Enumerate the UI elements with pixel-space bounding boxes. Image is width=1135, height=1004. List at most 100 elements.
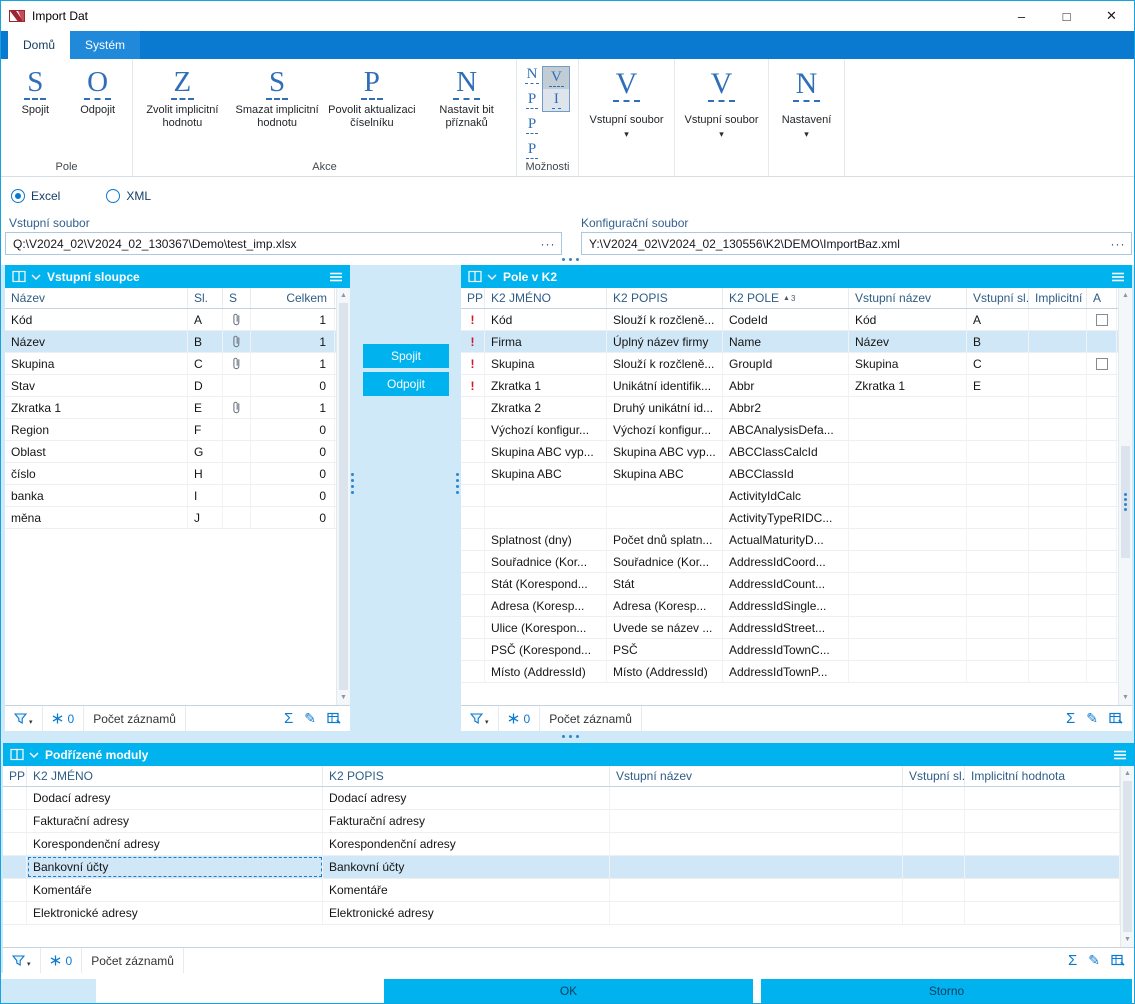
submodule-row[interactable]: Elektronické adresyElektronické adresy [3, 902, 1134, 925]
moznosti-p3-button[interactable]: P [526, 141, 538, 159]
moznosti-p1-button[interactable]: P [526, 91, 538, 109]
checkbox[interactable] [1096, 358, 1108, 370]
scroll-up-icon[interactable]: ▲ [337, 289, 350, 302]
minimize-button[interactable]: – [999, 1, 1044, 31]
input-column-row[interactable]: KódA1 [5, 309, 350, 331]
scroll-down-icon[interactable]: ▼ [1121, 933, 1134, 946]
scroll-up-icon[interactable]: ▲ [1121, 767, 1134, 780]
col-pp[interactable]: PP [461, 288, 485, 308]
col-k2-popis[interactable]: K2 POPIS [607, 288, 723, 308]
panel-menu-icon[interactable] [329, 272, 343, 282]
sum-icon[interactable]: Σ [1068, 952, 1077, 969]
k2-field-row[interactable]: Výchozí konfigur...Výchozí konfigur...AB… [461, 419, 1132, 441]
povolit-aktualizaci-button[interactable]: P Povolit aktualizaci číselníku [325, 65, 420, 160]
k2-field-row[interactable]: Adresa (Koresp...Adresa (Koresp...Addres… [461, 595, 1132, 617]
col-vstupni-nazev[interactable]: Vstupní název [849, 288, 967, 308]
k2-field-row[interactable]: Souřadnice (Kor...Souřadnice (Kor...Addr… [461, 551, 1132, 573]
k2-field-row[interactable]: !SkupinaSlouží k rozčleně...GroupIdSkupi… [461, 353, 1132, 375]
k2-field-row[interactable]: Zkratka 2Druhý unikátní id...Abbr2 [461, 397, 1132, 419]
ok-button[interactable]: OK [384, 979, 753, 1003]
zvolit-implicitni-button[interactable]: Z Zvolit implicitní hodnotu [135, 65, 230, 160]
sum-icon[interactable]: Σ [1066, 710, 1075, 727]
filter-button[interactable]: ▾ [5, 706, 43, 731]
col-implicitni-hodnota[interactable]: Implicitní hodnota [965, 766, 1120, 786]
nastavit-bit-button[interactable]: N Nastavit bit příznaků [419, 65, 514, 160]
scroll-up-icon[interactable]: ▲ [1119, 289, 1132, 302]
panel-menu-icon[interactable] [1113, 750, 1127, 760]
chevron-down-icon[interactable] [31, 274, 41, 280]
config-file-browse-button[interactable]: ··· [1105, 237, 1131, 251]
col-vstupni-sl[interactable]: Vstupní sl. [967, 288, 1029, 308]
input-file-browse-button[interactable]: ··· [535, 237, 561, 251]
left-splitter-grip[interactable] [351, 473, 354, 494]
edit-pencil-icon[interactable]: ✎ [1088, 952, 1100, 969]
scroll-down-icon[interactable]: ▼ [1119, 691, 1132, 704]
odpojit-button[interactable]: O Odpojit [68, 65, 128, 160]
vstupni-soubor-button-1[interactable]: V Vstupní soubor ▾ [579, 59, 675, 176]
filter-button[interactable]: ▾ [3, 948, 41, 973]
close-button[interactable]: ✕ [1089, 1, 1134, 31]
odpojit-link-button[interactable]: Odpojit [363, 372, 449, 396]
input-column-row[interactable]: OblastG0 [5, 441, 350, 463]
panel-menu-icon[interactable] [1111, 272, 1125, 282]
scroll-thumb[interactable] [339, 303, 348, 690]
table-settings-icon[interactable] [1111, 954, 1125, 967]
input-file-field[interactable]: Q:\V2024_02\V2024_02_130367\Demo\test_im… [5, 232, 562, 255]
table-settings-icon[interactable] [327, 712, 341, 725]
config-file-field[interactable]: Y:\V2024_02\V2024_02_130556\K2\DEMO\Impo… [581, 232, 1132, 255]
k2-field-row[interactable]: Ulice (Korespon...Uvede se název ...Addr… [461, 617, 1132, 639]
table-settings-icon[interactable] [1109, 712, 1123, 725]
radio-xml[interactable]: XML [106, 189, 151, 203]
k2-field-row[interactable]: Splatnost (dny)Počet dnů splatn...Actual… [461, 529, 1132, 551]
k2-field-row[interactable]: ActivityTypeRIDC... [461, 507, 1132, 529]
spojit-link-button[interactable]: Spojit [363, 344, 449, 368]
tab-domu[interactable]: Domů [8, 31, 70, 59]
k2-field-row[interactable]: Skupina ABC vyp...Skupina ABC vyp...ABCC… [461, 441, 1132, 463]
checkbox[interactable] [1096, 314, 1108, 326]
input-columns-scrollbar[interactable]: ▲ ▼ [336, 288, 350, 705]
input-column-row[interactable]: bankaI0 [5, 485, 350, 507]
edit-pencil-icon[interactable]: ✎ [1086, 710, 1098, 727]
k2-field-row[interactable]: Stát (Korespond...StátAddressIdCount... [461, 573, 1132, 595]
submodule-row[interactable]: Fakturační adresyFakturační adresy [3, 810, 1134, 833]
horizontal-splitter-grip[interactable] [562, 735, 579, 738]
submodules-scrollbar[interactable]: ▲ ▼ [1120, 766, 1134, 947]
freeze-count-button[interactable]: 0 [499, 706, 541, 731]
edit-pencil-icon[interactable]: ✎ [304, 710, 316, 727]
input-column-row[interactable]: StavD0 [5, 375, 350, 397]
input-column-row[interactable]: měnaJ0 [5, 507, 350, 529]
k2-field-row[interactable]: ActivityIdCalc [461, 485, 1132, 507]
input-column-row[interactable]: NázevB1 [5, 331, 350, 353]
scroll-thumb[interactable] [1123, 781, 1132, 932]
chevron-down-icon[interactable] [487, 274, 497, 280]
filter-button[interactable]: ▾ [461, 706, 499, 731]
k2-field-row[interactable]: Skupina ABCSkupina ABCABCClassId [461, 463, 1132, 485]
k2-field-row[interactable]: !KódSlouží k rozčleně...CodeIdKódA [461, 309, 1132, 331]
col-implicitni[interactable]: Implicitní l [1029, 288, 1087, 308]
col-k2-jmeno[interactable]: K2 JMÉNO [485, 288, 607, 308]
k2-fields-scrollbar[interactable]: ▲ ▼ [1118, 288, 1132, 705]
col-nazev[interactable]: Název [5, 288, 188, 308]
input-column-row[interactable]: čísloH0 [5, 463, 350, 485]
smazat-implicitni-button[interactable]: S Smazat implicitní hodnotu [230, 65, 325, 160]
top-splitter-grip[interactable] [562, 258, 579, 261]
k2-field-row[interactable]: PSČ (Korespond...PSČAddressIdTownC... [461, 639, 1132, 661]
sum-icon[interactable]: Σ [284, 710, 293, 727]
submodule-row[interactable]: Korespondenční adresyKorespondenční adre… [3, 833, 1134, 856]
chevron-down-icon[interactable] [29, 752, 39, 758]
input-column-row[interactable]: Zkratka 1E1 [5, 397, 350, 419]
col-k2-popis[interactable]: K2 POPIS [323, 766, 610, 786]
maximize-button[interactable]: □ [1044, 1, 1089, 31]
scroll-thumb[interactable] [1121, 446, 1130, 558]
col-k2-pole[interactable]: K2 POLE ▲ 3 [723, 288, 849, 308]
col-k2-jmeno[interactable]: K2 JMÉNO [27, 766, 323, 786]
submodule-row[interactable]: Dodací adresyDodací adresy [3, 787, 1134, 810]
vstupni-soubor-button-2[interactable]: V Vstupní soubor ▾ [675, 59, 769, 176]
spojit-button[interactable]: S Spojit [5, 65, 65, 160]
col-sl[interactable]: Sl. [188, 288, 223, 308]
moznosti-v-button[interactable]: V [543, 67, 569, 89]
col-a[interactable]: A [1087, 288, 1117, 308]
tab-system[interactable]: Systém [70, 31, 140, 59]
k2-field-row[interactable]: !FirmaÚplný název firmyNameNázevB [461, 331, 1132, 353]
radio-excel[interactable]: Excel [11, 189, 60, 203]
